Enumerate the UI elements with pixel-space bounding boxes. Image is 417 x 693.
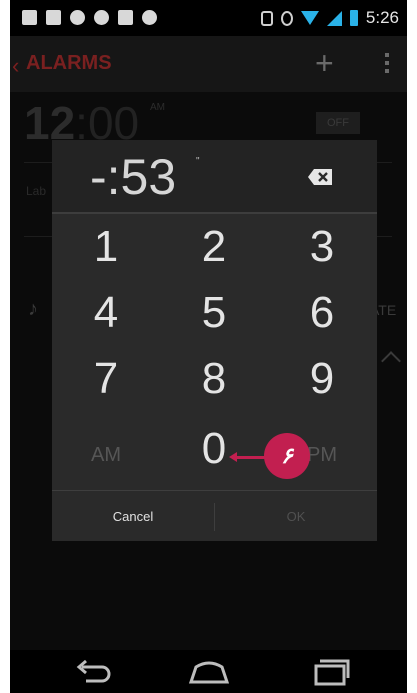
alarm-label: Lab — [26, 184, 47, 198]
action-bar: ‹ ALARMS + — [10, 36, 407, 92]
key-2[interactable]: 2 — [160, 222, 268, 272]
time-display: -:53 " — [52, 140, 377, 212]
notification-icons — [22, 10, 157, 25]
key-7[interactable]: 7 — [52, 354, 160, 404]
sim-icon — [22, 10, 37, 25]
key-5[interactable]: 5 — [160, 288, 268, 338]
alarm-toggle[interactable]: OFF — [316, 112, 360, 134]
display-divider — [52, 212, 377, 214]
check-icon — [94, 10, 109, 25]
bluetooth-icon — [260, 10, 273, 26]
cancel-button[interactable]: Cancel — [52, 491, 214, 542]
overflow-menu-icon[interactable] — [385, 53, 389, 73]
android-icon — [142, 10, 157, 25]
time-picker-dialog: -:53 " 1 2 3 4 5 6 7 8 9 AM 0 PM Cancel … — [52, 140, 377, 541]
callout-arrow — [229, 452, 237, 462]
back-caret-icon[interactable]: ‹ — [12, 53, 19, 79]
key-3[interactable]: 3 — [268, 222, 376, 272]
signal-icon — [326, 10, 342, 26]
back-icon[interactable] — [70, 658, 116, 686]
system-icons: 5:26 — [260, 8, 399, 28]
dialog-buttons: Cancel OK — [52, 490, 377, 542]
ringtone-icon: ♪ — [28, 298, 38, 320]
status-time: 5:26 — [365, 8, 399, 27]
app-title[interactable]: ALARMS — [26, 52, 112, 75]
backspace-icon[interactable] — [307, 168, 333, 186]
ok-button[interactable]: OK — [215, 491, 377, 542]
key-am[interactable]: AM — [52, 444, 160, 467]
key-1[interactable]: 1 — [52, 222, 160, 272]
battery-icon — [349, 10, 358, 26]
key-6[interactable]: 6 — [268, 288, 376, 338]
recent-apps-icon[interactable] — [308, 658, 354, 686]
entered-time: -:53 — [90, 149, 177, 205]
step-callout: ۶ — [264, 433, 310, 479]
key-8[interactable]: 8 — [160, 354, 268, 404]
key-0[interactable]: 0 — [160, 424, 268, 474]
home-icon[interactable] — [186, 658, 232, 686]
wifi-icon — [300, 11, 319, 25]
status-bar: 5:26 — [10, 0, 407, 36]
plus-icon[interactable]: + — [315, 45, 334, 82]
navigation-bar — [10, 650, 407, 693]
image-icon — [118, 10, 133, 25]
callout-pointer — [232, 456, 266, 459]
alarm-ampm: AM — [150, 102, 165, 113]
chat-icon — [70, 10, 85, 25]
chevron-up-icon — [381, 351, 401, 371]
sync-icon — [280, 10, 293, 26]
download-icon — [46, 10, 61, 25]
key-4[interactable]: 4 — [52, 288, 160, 338]
time-suffix: " — [196, 156, 200, 167]
key-9[interactable]: 9 — [268, 354, 376, 404]
callout-number: ۶ — [281, 443, 293, 468]
phone-screen: 5:26 ‹ ALARMS + 12:00 AM OFF Lab ♪ ATE -… — [10, 0, 407, 693]
